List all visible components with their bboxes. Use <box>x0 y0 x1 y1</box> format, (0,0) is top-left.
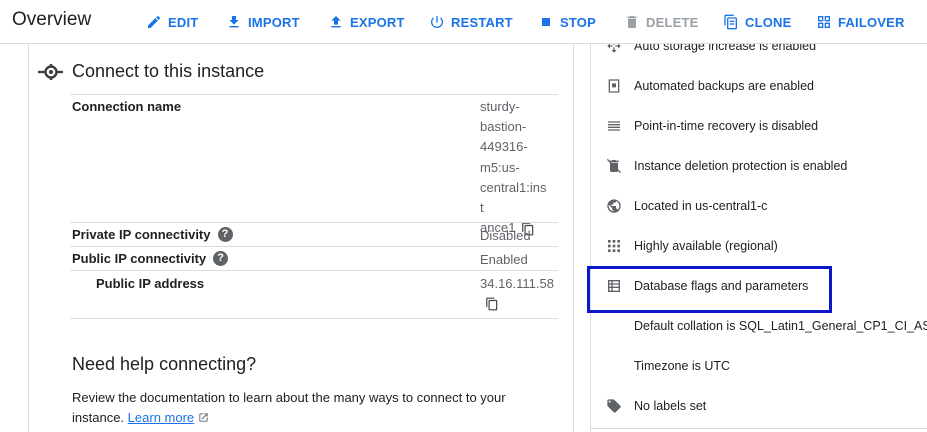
export-button-label: EXPORT <box>350 14 405 30</box>
restart-button[interactable]: RESTART <box>429 12 513 32</box>
config-item-text: Timezone is UTC <box>634 359 731 373</box>
divider <box>590 428 927 429</box>
config-item: Point-in-time recovery is disabled <box>606 116 818 136</box>
private-ip-label-text: Private IP connectivity <box>72 227 211 242</box>
import-button[interactable]: IMPORT <box>226 12 300 32</box>
divider <box>70 318 558 319</box>
public-ip-value: Enabled <box>480 252 528 267</box>
config-item: Timezone is UTC <box>634 356 730 376</box>
connection-name-line: m5:us- <box>480 159 520 175</box>
private-ip-label: Private IP connectivity ? <box>72 227 233 242</box>
learn-more-link[interactable]: Learn more <box>128 410 194 425</box>
public-ip-address-label: Public IP address <box>96 276 205 291</box>
delete-button-label: DELETE <box>646 14 699 30</box>
connect-title: Connect to this instance <box>72 61 265 81</box>
grid-icon <box>608 240 620 252</box>
config-item: Located in us-central1-c <box>606 196 767 216</box>
stop-button[interactable]: STOP <box>538 12 596 32</box>
config-item: No labels set <box>606 396 706 416</box>
public-ip-label-text: Public IP connectivity <box>72 251 207 266</box>
copy-icon[interactable] <box>485 297 499 311</box>
config-item-text: Highly available (regional) <box>634 239 778 253</box>
export-icon <box>331 16 341 28</box>
connection-name-line: bastion- <box>480 119 527 135</box>
connection-name-line: 449316- <box>480 139 528 155</box>
globe-icon <box>607 199 621 213</box>
list-icon <box>608 121 620 131</box>
clone-button-label: CLONE <box>745 14 792 30</box>
private-ip-value: Disabled <box>480 228 531 243</box>
restart-button-label: RESTART <box>451 14 513 30</box>
config-item: Default collation is SQL_Latin1_General_… <box>634 316 927 336</box>
public-ip-address-value: 34.16.111.58 <box>480 276 554 291</box>
connect-icon <box>38 64 63 80</box>
divider <box>70 222 558 223</box>
connection-name-line: sturdy- <box>480 99 520 114</box>
trash-icon <box>627 16 637 28</box>
backup-icon <box>608 79 620 93</box>
divider <box>70 246 558 247</box>
edit-button[interactable]: EDIT <box>146 12 198 32</box>
delete-protection-icon <box>606 158 622 174</box>
divider <box>70 94 558 95</box>
public-ip-label: Public IP connectivity ? <box>72 251 229 266</box>
failover-button-label: FAILOVER <box>838 14 905 30</box>
delete-button[interactable]: DELETE <box>624 12 698 32</box>
help-text: Review the documentation to learn about … <box>72 388 542 428</box>
stop-button-label: STOP <box>560 14 596 30</box>
power-icon <box>431 16 443 28</box>
config-item-text: Default collation is SQL_Latin1_General_… <box>634 319 927 333</box>
export-button[interactable]: EXPORT <box>328 12 405 32</box>
highlight-box <box>587 266 832 313</box>
config-item: Instance deletion protection is enabled <box>606 156 847 176</box>
label-icon <box>607 399 621 413</box>
connection-name-label: Connection name <box>72 99 182 114</box>
config-item-text: No labels set <box>634 399 707 413</box>
connection-name-line: central1:inst <box>480 179 547 216</box>
divider <box>70 270 558 271</box>
help-title: Need help connecting? <box>72 354 257 374</box>
connection-name-value: sturdy- bastion- 449316- m5:us- central1… <box>480 97 550 238</box>
edit-button-label: EDIT <box>168 14 199 30</box>
help-icon[interactable]: ? <box>217 227 233 242</box>
pencil-icon <box>148 15 161 28</box>
config-item-text: Point-in-time recovery is disabled <box>634 119 819 133</box>
import-button-label: IMPORT <box>248 14 300 30</box>
import-icon <box>229 16 239 28</box>
failover-icon <box>818 16 830 28</box>
page-header: Overview EDIT IMPORT EXPORT RESTART STOP… <box>0 0 927 44</box>
config-item-text: Automated backups are enabled <box>634 79 814 93</box>
clone-button[interactable]: CLONE <box>723 12 792 32</box>
external-link-icon <box>199 413 208 422</box>
config-item-text: Located in us-central1-c <box>634 199 768 213</box>
config-item: Automated backups are enabled <box>606 76 814 96</box>
failover-button[interactable]: FAILOVER <box>816 12 905 32</box>
help-icon[interactable]: ? <box>213 251 229 266</box>
stop-icon <box>542 18 550 26</box>
page-title: Overview <box>12 9 92 30</box>
clone-icon <box>724 14 737 30</box>
config-item-text: Instance deletion protection is enabled <box>634 159 848 173</box>
config-item: Highly available (regional) <box>606 236 778 256</box>
